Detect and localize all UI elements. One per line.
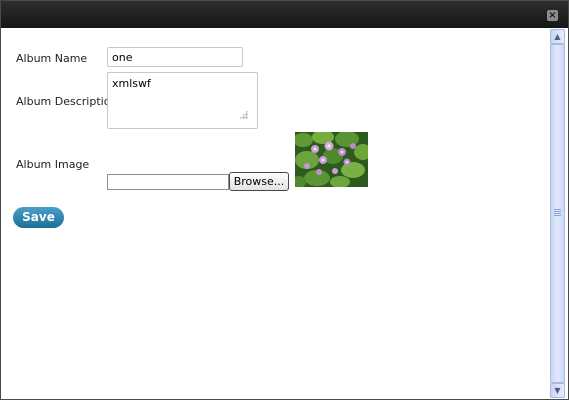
album-description-label: Album Description [16,95,118,108]
scrollbar-thumb[interactable] [550,44,565,383]
scroll-down-icon[interactable]: ▼ [550,383,565,398]
album-image-file-field[interactable] [107,174,229,190]
album-name-label: Album Name [16,52,88,65]
album-image-thumbnail [295,132,368,187]
album-image-label: Album Image [16,158,90,171]
vertical-scrollbar[interactable]: ▲ ▼ [550,29,565,398]
browse-button[interactable]: Browse... [229,172,289,191]
album-name-field[interactable] [107,47,243,67]
album-description-field[interactable]: xmlswf [107,72,258,129]
close-icon[interactable]: × [547,10,558,21]
save-button[interactable]: Save [13,207,64,228]
dialog-titlebar: × [1,1,568,28]
scrollbar-grip-icon [554,209,561,216]
album-dialog: × Album Name Album Description xmlswf Al… [0,0,569,400]
scroll-up-icon[interactable]: ▲ [550,29,565,44]
